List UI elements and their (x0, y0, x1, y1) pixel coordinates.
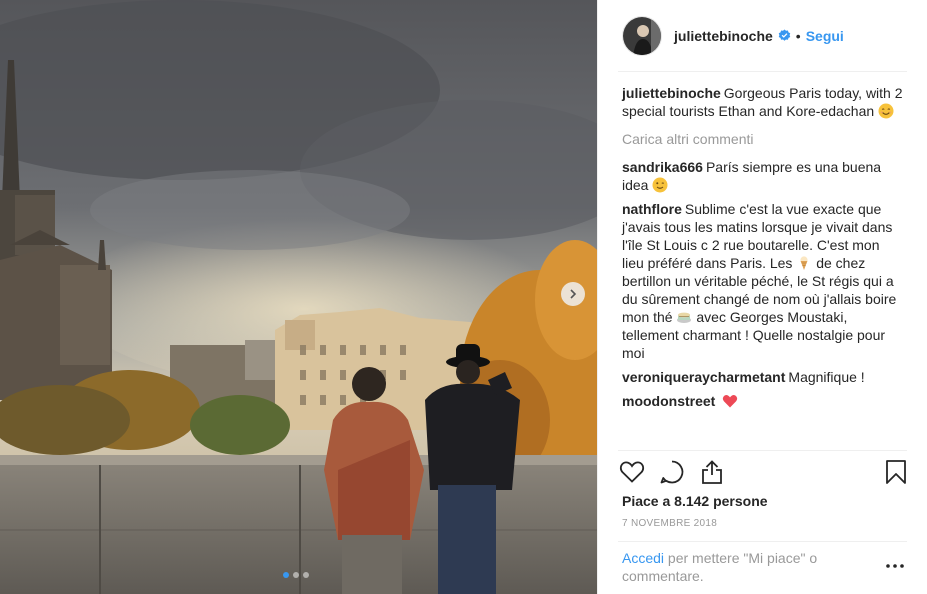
post-sidebar: juliettebinoche • Segui juliettebinoche G… (597, 0, 927, 594)
share-icon (702, 460, 722, 484)
caption-username[interactable]: juliettebinoche (622, 85, 721, 101)
post-photo[interactable] (0, 0, 597, 594)
avatar-image (623, 16, 661, 55)
comment-item: veroniqueraycharmetant Magnifique ! (622, 368, 904, 386)
load-more-comments-link[interactable]: Carica altri commenti (622, 130, 904, 148)
comment-item: nathflore Sublime c'est la vue exacte que… (622, 200, 904, 362)
post-date[interactable]: 7 NOVEMBRE 2018 (622, 518, 717, 529)
save-button[interactable] (882, 458, 910, 486)
login-prompt: Accedi per mettere "Mi piace" o commenta… (622, 549, 852, 585)
header-separator: • (795, 27, 801, 44)
comment-button[interactable] (658, 458, 686, 486)
paris-photo (0, 0, 597, 594)
winking-face-emoji-icon (652, 177, 668, 193)
instagram-post: juliettebinoche • Segui juliettebinoche G… (0, 0, 927, 594)
chevron-right-icon (570, 289, 577, 299)
actions-divider (618, 450, 907, 451)
comment-item: sandrika666 París siempre es una buena id… (622, 158, 904, 194)
likes-count[interactable]: Piace a 8.142 persone (622, 493, 768, 509)
action-bar (618, 458, 908, 488)
carousel-dot-active (283, 572, 289, 578)
comment-username[interactable]: sandrika666 (622, 159, 703, 175)
ice-cream-emoji-icon (800, 256, 808, 270)
header-divider (618, 71, 907, 72)
post-header: juliettebinoche • Segui (598, 0, 927, 71)
avatar[interactable] (622, 15, 662, 56)
red-heart-emoji-icon (723, 395, 738, 408)
comment-username[interactable]: nathflore (622, 201, 682, 217)
share-button[interactable] (698, 458, 726, 486)
carousel-indicator (283, 572, 309, 578)
like-button[interactable] (618, 458, 646, 486)
comment-username[interactable]: veroniqueraycharmetant (622, 369, 785, 385)
post-author-username[interactable]: juliettebinoche (674, 28, 773, 44)
pie-emoji-icon (677, 312, 692, 323)
bookmark-icon (886, 460, 906, 484)
login-link[interactable]: Accedi (622, 550, 664, 566)
follow-button[interactable]: Segui (806, 28, 844, 44)
verified-badge-icon (778, 29, 791, 41)
comment-username[interactable]: moodonstreet (622, 393, 715, 409)
speech-bubble-icon (660, 460, 684, 484)
next-photo-button[interactable] (561, 282, 585, 306)
carousel-dot (293, 572, 299, 578)
comment-item: moodonstreet (622, 392, 904, 410)
caption: juliettebinoche Gorgeous Paris today, wit… (622, 84, 904, 120)
smiling-face-emoji-icon (878, 103, 894, 119)
ellipsis-icon[interactable] (883, 558, 907, 574)
comments-list: juliettebinoche Gorgeous Paris today, wit… (622, 84, 904, 416)
login-divider (618, 541, 907, 542)
comment-text: Magnifique ! (788, 369, 865, 385)
carousel-dot (303, 572, 309, 578)
heart-outline-icon (619, 461, 645, 483)
